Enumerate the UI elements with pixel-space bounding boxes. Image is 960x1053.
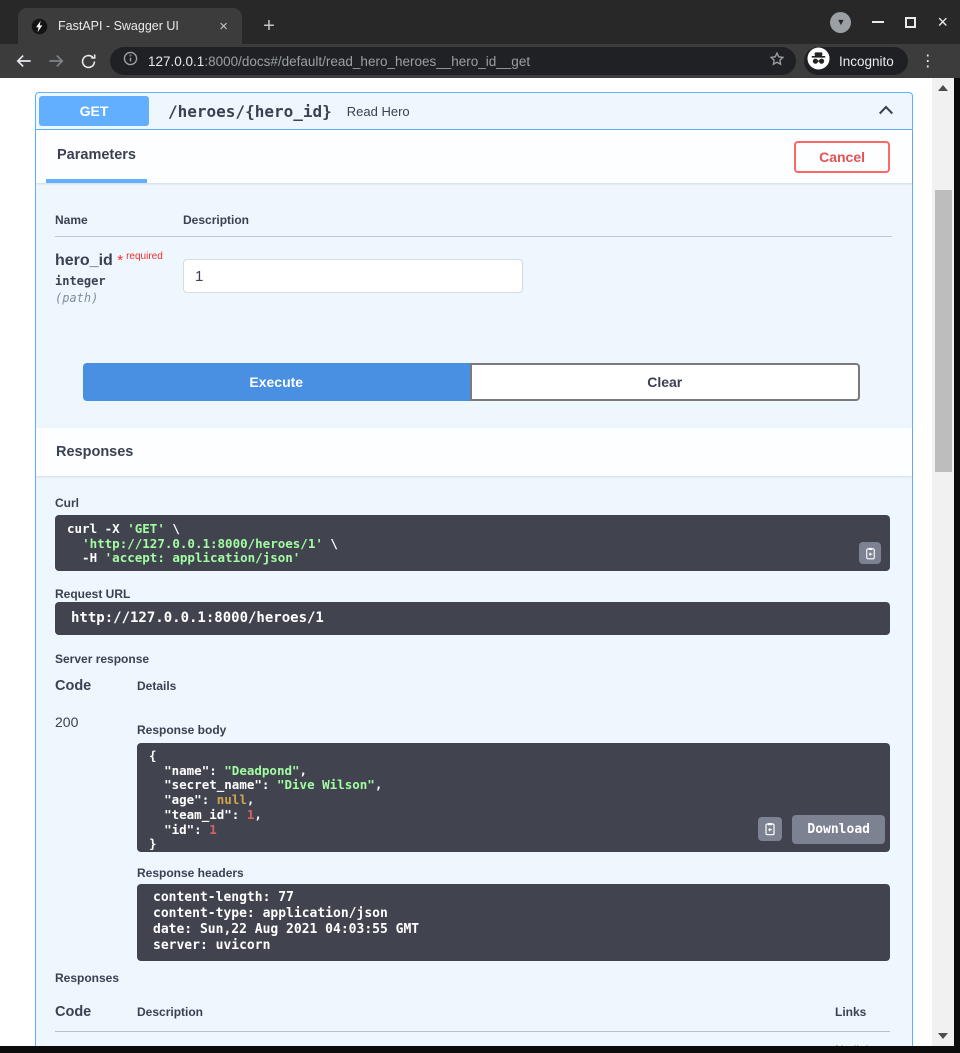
- window-maximize-button[interactable]: [905, 17, 916, 28]
- curl-label: Curl: [55, 496, 890, 510]
- column-header-links: Links: [835, 1005, 890, 1019]
- parameters-section-header: Parameters Cancel: [36, 130, 912, 183]
- required-label: required: [126, 251, 163, 262]
- scrollbar-up-arrow-icon[interactable]: [932, 81, 954, 95]
- collapse-chevron-up-icon[interactable]: [876, 101, 896, 121]
- column-header-code: Code: [55, 1004, 137, 1020]
- incognito-spy-icon: [807, 47, 830, 75]
- tab-title: FastAPI - Swagger UI: [58, 19, 215, 33]
- hero-id-input[interactable]: [183, 259, 523, 293]
- endpoint-path: /heroes/{hero_id}: [168, 102, 332, 121]
- parameter-row: hero_id *required integer (path): [55, 237, 892, 305]
- responses-content: Curl curl -X 'GET' \ 'http://127.0.0.1:8…: [36, 476, 912, 1053]
- execute-button[interactable]: Execute: [83, 363, 470, 401]
- opblock-summary[interactable]: GET /heroes/{hero_id} Read Hero: [36, 93, 912, 130]
- browser-tab-strip: FastAPI - Swagger UI × + ▼ ×: [0, 0, 960, 44]
- scrollbar-down-arrow-icon[interactable]: [932, 1029, 954, 1043]
- download-button[interactable]: Download: [792, 815, 885, 844]
- parameter-type: integer: [55, 274, 183, 288]
- parameters-table-header: Name Description: [55, 203, 892, 237]
- curl-code: curl -X 'GET' \ 'http://127.0.0.1:8000/h…: [55, 515, 890, 571]
- doc-responses-label: Responses: [55, 971, 890, 985]
- browser-tab[interactable]: FastAPI - Swagger UI ×: [18, 8, 242, 44]
- new-tab-button[interactable]: +: [256, 13, 282, 39]
- scrollbar-thumb[interactable]: [935, 190, 952, 472]
- back-icon[interactable]: [8, 47, 40, 75]
- server-response-table-header: Code Details: [55, 678, 890, 694]
- tab-close-icon[interactable]: ×: [215, 17, 232, 36]
- response-headers-code: content-length: 77 content-type: applica…: [137, 884, 890, 961]
- reload-icon[interactable]: [72, 47, 104, 75]
- window-minimize-button[interactable]: [872, 21, 884, 23]
- url-bar[interactable]: 127.0.0.1:8000/docs#/default/read_hero_h…: [110, 47, 796, 75]
- execute-wrapper: Execute Clear: [55, 305, 892, 428]
- window-controls: ▼ ×: [830, 0, 948, 44]
- parameters-table: Name Description hero_id *required integ…: [36, 183, 912, 428]
- url-path: :8000/docs#/default/read_hero_heroes__he…: [204, 54, 530, 69]
- forward-icon[interactable]: [40, 47, 72, 75]
- doc-responses-table-header: Code Description Links: [55, 1004, 890, 1032]
- page-scrollbar[interactable]: [932, 78, 954, 1046]
- endpoint-summary: Read Hero: [347, 104, 410, 119]
- window-bottom-edge: [0, 1046, 960, 1053]
- column-header-code: Code: [55, 678, 137, 694]
- responses-section-header: Responses: [36, 428, 912, 476]
- fastapi-favicon-icon: [31, 18, 48, 35]
- clear-button[interactable]: Clear: [470, 363, 861, 401]
- column-header-name: Name: [55, 213, 183, 227]
- browser-menu-icon[interactable]: ⋮: [917, 51, 939, 71]
- response-headers-label: Response headers: [137, 866, 890, 880]
- column-header-description: Description: [183, 213, 249, 227]
- request-url-label: Request URL: [55, 587, 890, 601]
- browser-toolbar: 127.0.0.1:8000/docs#/default/read_hero_h…: [0, 44, 960, 78]
- copy-response-button[interactable]: [758, 817, 782, 841]
- http-method-badge: GET: [39, 96, 149, 126]
- response-body-code: { "name": "Deadpond", "secret_name": "Di…: [137, 743, 890, 852]
- copy-to-clipboard-button[interactable]: [859, 542, 881, 564]
- opblock-get-heroes: GET /heroes/{hero_id} Read Hero Paramete…: [35, 92, 913, 1053]
- bookmark-star-icon[interactable]: [768, 50, 786, 73]
- column-header-details: Details: [137, 679, 176, 693]
- parameter-location: (path): [55, 291, 183, 305]
- response-body-label: Response body: [137, 723, 890, 737]
- required-asterisk: *: [117, 252, 123, 269]
- site-info-icon[interactable]: [122, 50, 139, 72]
- cancel-button[interactable]: Cancel: [794, 141, 890, 173]
- parameter-name: hero_id: [55, 252, 113, 269]
- status-code: 200: [55, 714, 137, 961]
- incognito-label: Incognito: [839, 54, 894, 69]
- incognito-badge: Incognito: [804, 47, 908, 75]
- window-right-edge: [954, 78, 960, 1053]
- server-response-label: Server response: [55, 652, 890, 666]
- swagger-page: GET /heroes/{hero_id} Read Hero Paramete…: [0, 78, 960, 1053]
- request-url-value: http://127.0.0.1:8000/heroes/1: [55, 602, 890, 635]
- url-host: 127.0.0.1: [148, 54, 204, 69]
- window-close-button[interactable]: ×: [937, 13, 948, 31]
- browser-update-icon[interactable]: ▼: [830, 12, 851, 33]
- column-header-description: Description: [137, 1005, 835, 1019]
- server-response-row: 200 Response body { "name": "Deadpond", …: [55, 694, 890, 961]
- parameter-meta: hero_id *required integer (path): [55, 251, 183, 305]
- url-text[interactable]: 127.0.0.1:8000/docs#/default/read_hero_h…: [148, 54, 768, 69]
- tab-parameters[interactable]: Parameters: [46, 130, 147, 183]
